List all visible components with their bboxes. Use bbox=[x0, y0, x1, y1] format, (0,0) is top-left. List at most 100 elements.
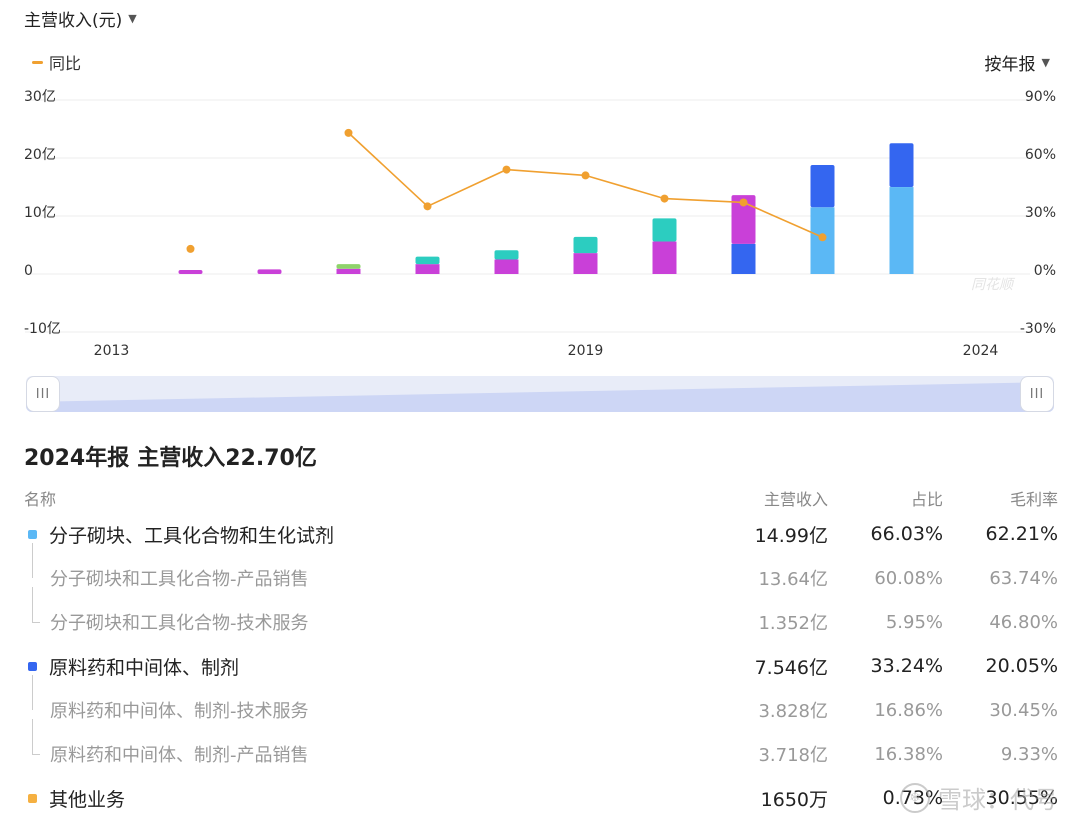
segment-margin: 30.45% bbox=[989, 699, 1058, 721]
bar-segment bbox=[652, 218, 677, 242]
bar-segment bbox=[494, 250, 519, 260]
table-subrow[interactable]: 原料药和中间体、制剂-产品销售 3.718亿 16.38% 9.33% bbox=[24, 719, 1058, 776]
yoy-point bbox=[344, 128, 353, 137]
table-subrow[interactable]: 原料药和中间体、制剂-技术服务 3.828亿 16.86% 30.45% bbox=[24, 675, 1058, 732]
bar-segment bbox=[415, 256, 440, 265]
bar-segment bbox=[652, 241, 677, 274]
segment-share: 60.08% bbox=[874, 567, 943, 589]
segment-name: 分子砌块、工具化合物和生化试剂 bbox=[49, 524, 335, 547]
bar-segment bbox=[415, 264, 440, 274]
segment-name-cell: 其他业务 bbox=[24, 785, 688, 812]
yoy-point bbox=[502, 165, 511, 174]
y-right-tick-label: 90% bbox=[1025, 89, 1056, 105]
yoy-point bbox=[739, 198, 748, 207]
bar-segment bbox=[573, 236, 598, 254]
bar-segment bbox=[573, 253, 598, 274]
segment-share: 16.86% bbox=[874, 699, 943, 721]
range-slider[interactable]: III III bbox=[26, 376, 1054, 412]
y-right-tick-label: 30% bbox=[1025, 205, 1056, 221]
summary-period: 2024年报 bbox=[24, 446, 130, 471]
snowball-logo-icon: ❄ bbox=[900, 782, 930, 813]
header-name: 名称 bbox=[24, 490, 57, 509]
segment-name: 分子砌块和工具化合物-技术服务 bbox=[50, 613, 309, 634]
segment-name-cell: 原料药和中间体、制剂-技术服务 bbox=[24, 675, 688, 723]
y-left-tick-label: 10亿 bbox=[24, 205, 56, 221]
segment-margin: 20.05% bbox=[985, 655, 1058, 677]
bar-segment bbox=[178, 269, 203, 274]
slider-handle-left[interactable]: III bbox=[26, 376, 60, 412]
caret-down-icon: ▼ bbox=[128, 12, 137, 25]
caret-down-icon: ▼ bbox=[1041, 56, 1050, 69]
segment-share: 33.24% bbox=[870, 655, 943, 677]
y-left-tick-label: 0 bbox=[24, 263, 33, 279]
yoy-point bbox=[423, 202, 432, 211]
chart-watermark: 同花顺 bbox=[971, 277, 1016, 293]
period-select[interactable]: 按年报 ▼ bbox=[985, 50, 1050, 75]
segment-margin: 62.21% bbox=[985, 523, 1058, 545]
bar-segment bbox=[494, 259, 519, 274]
summary-revenue: 主营收入22.70亿 bbox=[137, 446, 317, 471]
segment-color-swatch bbox=[28, 661, 37, 671]
revenue-chart[interactable]: 30亿 20亿 10亿 0 -10亿 90% 60% 30% 0% -30% 2013 2019 202… bbox=[0, 85, 1080, 365]
yoy-point bbox=[581, 171, 590, 180]
x-tick-label: 2024 bbox=[963, 343, 999, 359]
yoy-point bbox=[186, 244, 195, 253]
y-left-tick-label: -10亿 bbox=[24, 321, 61, 337]
segment-name-cell: 分子砌块、工具化合物和生化试剂 bbox=[24, 521, 688, 548]
segment-revenue: 1650万 bbox=[760, 788, 828, 811]
segment-revenue: 7.546亿 bbox=[754, 656, 828, 679]
segment-share: 66.03% bbox=[870, 523, 943, 545]
yoy-point bbox=[818, 233, 827, 242]
segment-name-cell: 原料药和中间体、制剂-产品销售 bbox=[24, 719, 688, 767]
segment-name: 原料药和中间体、制剂-技术服务 bbox=[50, 701, 309, 722]
page-watermark: ❄ 雪球：代号 bbox=[900, 780, 1058, 815]
segment-revenue: 3.718亿 bbox=[758, 745, 828, 766]
y-left-tick-label: 20亿 bbox=[24, 147, 56, 163]
table-header: 名称 主营收入 占比 毛利率 bbox=[24, 484, 1058, 512]
table-body: 分子砌块、工具化合物和生化试剂 14.99亿 66.03% 62.21% 分子砌块和工具… bbox=[24, 512, 1058, 820]
table-row[interactable]: 分子砌块、工具化合物和生化试剂 14.99亿 66.03% 62.21% bbox=[24, 512, 1058, 556]
segment-name: 分子砌块和工具化合物-产品销售 bbox=[50, 569, 309, 590]
legend-label-yoy: 同比 bbox=[49, 54, 82, 73]
segment-table: 名称 主营收入 占比 毛利率 分子砌块、工具化合物和生化试剂 14.99亿 66.0… bbox=[24, 484, 1058, 820]
bar-segment bbox=[889, 143, 914, 188]
bar-segment bbox=[889, 187, 914, 274]
segment-color-swatch bbox=[28, 529, 37, 539]
x-tick-label: 2013 bbox=[94, 343, 130, 359]
segment-name-cell: 分子砌块和工具化合物-产品销售 bbox=[24, 543, 688, 591]
segment-name: 原料药和中间体、制剂-产品销售 bbox=[50, 745, 309, 766]
slider-trend-area bbox=[26, 382, 1054, 412]
table-subrow[interactable]: 分子砌块和工具化合物-产品销售 13.64亿 60.08% 63.74% bbox=[24, 543, 1058, 600]
header-share: 占比 bbox=[910, 490, 943, 509]
bar-segment bbox=[336, 268, 361, 274]
segment-margin: 46.80% bbox=[989, 611, 1058, 633]
y-right-tick-label: -30% bbox=[1020, 321, 1056, 337]
legend-swatch-yoy bbox=[32, 60, 43, 64]
table-subrow[interactable]: 分子砌块和工具化合物-技术服务 1.352亿 5.95% 46.80% bbox=[24, 587, 1058, 644]
segment-name-cell: 分子砌块和工具化合物-技术服务 bbox=[24, 587, 688, 635]
summary-title: 2024年报 主营收入22.70亿 bbox=[24, 440, 317, 472]
chart-legend[interactable]: 同比 bbox=[32, 50, 81, 74]
period-select-label: 按年报 bbox=[984, 55, 1036, 75]
segment-share: 16.38% bbox=[874, 743, 943, 765]
bar-segment bbox=[336, 264, 361, 269]
table-row[interactable]: 原料药和中间体、制剂 7.546亿 33.24% 20.05% bbox=[24, 644, 1058, 688]
segment-revenue: 13.64亿 bbox=[758, 569, 828, 590]
x-tick-label: 2019 bbox=[568, 343, 604, 359]
yoy-point bbox=[660, 194, 669, 203]
bar-segment bbox=[257, 269, 282, 274]
segment-revenue: 1.352亿 bbox=[758, 613, 828, 634]
bar-segment bbox=[731, 243, 756, 274]
metric-select[interactable]: 主营收入(元) ▼ bbox=[24, 6, 137, 31]
slider-handle-right[interactable]: III bbox=[1020, 376, 1054, 412]
page-watermark-text: 雪球：代号 bbox=[938, 786, 1058, 814]
segment-revenue: 3.828亿 bbox=[758, 701, 828, 722]
metric-select-label: 主营收入(元) bbox=[24, 11, 123, 31]
segment-share: 5.95% bbox=[885, 611, 943, 633]
segment-margin: 63.74% bbox=[989, 567, 1058, 589]
y-right-tick-label: 0% bbox=[1034, 263, 1056, 279]
segment-name-cell: 原料药和中间体、制剂 bbox=[24, 653, 688, 680]
y-left-tick-label: 30亿 bbox=[24, 89, 56, 105]
segment-revenue: 14.99亿 bbox=[754, 524, 828, 547]
segment-margin: 9.33% bbox=[1000, 743, 1058, 765]
